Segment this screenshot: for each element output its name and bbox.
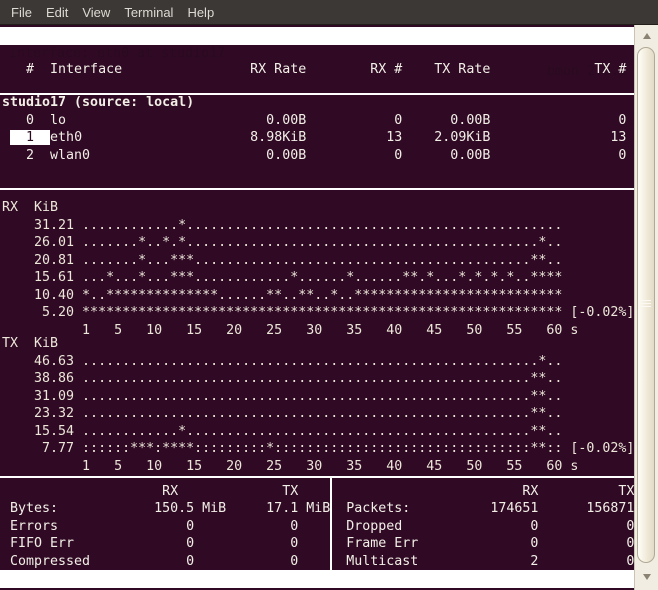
table-row-lo[interactable]: 0 lo 0.00B 0 0.00B 0 — [2, 113, 626, 128]
menu-bar: File Edit View Terminal Help — [0, 0, 658, 25]
scrollbar-grip-icon — [641, 300, 651, 309]
interface-table: studio17 (source: local) 0 lo 0.00B 0 0.… — [2, 94, 626, 164]
bmon-title-bar: interface: eth0 at studio17 bmon 2.0.1 — [0, 27, 634, 79]
separator — [0, 476, 634, 478]
tx-graph: TX KiB 46.63 ...........................… — [2, 336, 635, 474]
menu-view[interactable]: View — [75, 5, 117, 20]
scroll-down-icon — [642, 574, 651, 580]
terminal-screen: interface: eth0 at studio17 bmon 2.0.1 #… — [0, 25, 634, 590]
menu-help[interactable]: Help — [180, 5, 221, 20]
bmon-window: File Edit View Terminal Help interface: … — [0, 0, 658, 590]
scroll-down-button[interactable] — [635, 569, 658, 585]
menu-edit[interactable]: Edit — [39, 5, 75, 20]
scrollbar-thumb[interactable] — [637, 47, 655, 563]
selection-cursor: 1 — [10, 130, 51, 145]
scroll-up-icon — [642, 33, 651, 39]
scrollbar[interactable] — [634, 25, 658, 590]
group-title: studio17 (source: local) — [2, 95, 195, 110]
help-bar: ^ prev interface, v next interface, <- p… — [0, 570, 634, 590]
stats-panel: RX TX RX TX Bytes: 150.5 MiB 17.1 MiB Pa… — [10, 484, 635, 569]
menu-file[interactable]: File — [4, 5, 39, 20]
interface-table-header: # Interface RX Rate RX # TX Rate TX # — [2, 62, 627, 77]
table-row-eth0[interactable]: 1 eth0 8.98KiB 13 2.09KiB 13 — [2, 130, 626, 145]
table-row-wlan0[interactable]: 2 wlan0 0.00B 0 0.00B 0 — [2, 148, 626, 163]
separator — [0, 188, 634, 190]
menu-terminal[interactable]: Terminal — [117, 5, 180, 20]
scroll-up-button[interactable] — [635, 28, 658, 44]
rx-graph: RX KiB 31.21 ............*..............… — [2, 200, 635, 338]
